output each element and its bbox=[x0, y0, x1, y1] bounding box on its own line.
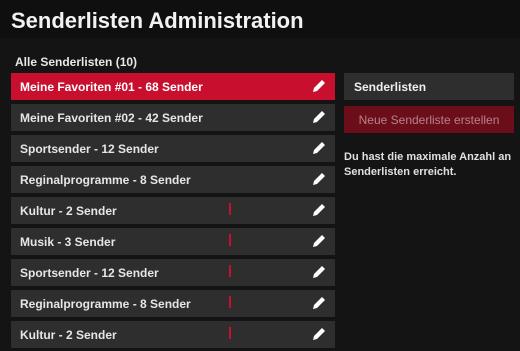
sidebar-heading-label: Senderlisten bbox=[354, 80, 427, 94]
list-item[interactable]: Sportsender - 12 Sender bbox=[11, 259, 335, 286]
list-item-label: Musik - 3 Sender bbox=[20, 235, 116, 249]
pencil-icon[interactable] bbox=[311, 264, 327, 280]
red-marker bbox=[229, 296, 231, 308]
max-lists-info: Du hast die maximale Anzahl an Senderlis… bbox=[344, 151, 512, 178]
list-item[interactable]: Reginalprogramme - 8 Sender bbox=[11, 290, 335, 317]
pencil-icon[interactable] bbox=[311, 202, 327, 218]
list-item[interactable]: Meine Favoriten #01 - 68 Sender bbox=[11, 73, 335, 100]
create-list-button[interactable]: Neue Senderliste erstellen bbox=[344, 106, 514, 133]
list-item[interactable]: Sportsender - 12 Sender bbox=[11, 135, 335, 162]
red-marker bbox=[229, 265, 231, 277]
senderlisten-admin-page: Senderlisten Administration Alle Senderl… bbox=[0, 0, 520, 351]
pencil-icon[interactable] bbox=[311, 326, 327, 342]
list-item-label: Meine Favoriten #01 - 68 Sender bbox=[20, 80, 203, 94]
list-item[interactable]: Kultur - 2 Sender bbox=[11, 321, 335, 348]
pencil-icon[interactable] bbox=[311, 109, 327, 125]
list-item-label: Reginalprogramme - 8 Sender bbox=[20, 173, 191, 187]
red-marker bbox=[229, 203, 231, 215]
red-marker bbox=[229, 234, 231, 246]
red-marker bbox=[229, 327, 231, 339]
pencil-icon[interactable] bbox=[311, 140, 327, 156]
pencil-icon[interactable] bbox=[311, 78, 327, 94]
pencil-icon[interactable] bbox=[311, 295, 327, 311]
list-item[interactable]: Kultur - 2 Sender bbox=[11, 197, 335, 224]
list-item-label: Sportsender - 12 Sender bbox=[20, 266, 159, 280]
list-heading: Alle Senderlisten (10) bbox=[15, 55, 138, 69]
pencil-icon[interactable] bbox=[311, 171, 327, 187]
pencil-icon[interactable] bbox=[311, 233, 327, 249]
list-item-label: Sportsender - 12 Sender bbox=[20, 142, 159, 156]
list-item-label: Reginalprogramme - 8 Sender bbox=[20, 297, 191, 311]
list-item[interactable]: Meine Favoriten #02 - 42 Sender bbox=[11, 104, 335, 131]
list-item[interactable]: Reginalprogramme - 8 Sender bbox=[11, 166, 335, 193]
header-bar: Senderlisten Administration bbox=[0, 0, 520, 38]
page-title: Senderlisten Administration bbox=[11, 8, 304, 33]
create-list-button-label: Neue Senderliste erstellen bbox=[358, 113, 500, 127]
sidebar-heading: Senderlisten bbox=[344, 73, 514, 100]
channel-list: Meine Favoriten #01 - 68 Sender Meine Fa… bbox=[11, 73, 335, 351]
list-item[interactable]: Musik - 3 Sender bbox=[11, 228, 335, 255]
list-item-label: Kultur - 2 Sender bbox=[20, 204, 117, 218]
list-item-label: Meine Favoriten #02 - 42 Sender bbox=[20, 111, 203, 125]
list-item-label: Kultur - 2 Sender bbox=[20, 328, 117, 342]
sidebar-panel: Senderlisten Neue Senderliste erstellen … bbox=[344, 73, 514, 180]
